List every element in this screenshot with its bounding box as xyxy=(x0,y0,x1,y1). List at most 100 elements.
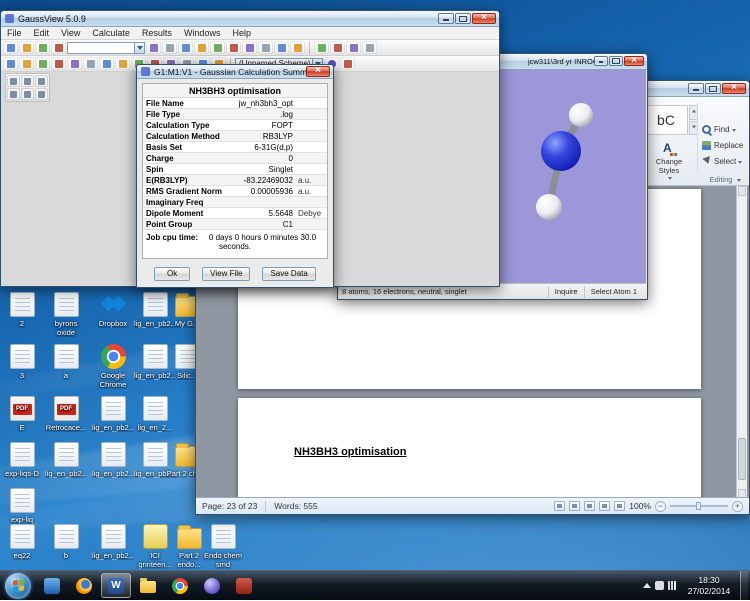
desktop-icon[interactable]: lig_en_2... xyxy=(134,396,176,432)
custom-fragment-icon[interactable] xyxy=(3,57,18,70)
desktop-icon[interactable]: 2 xyxy=(1,292,43,328)
desktop-icon[interactable]: lig_en_pb2... xyxy=(92,442,134,478)
save-data-button[interactable]: Save Data xyxy=(262,267,315,281)
modify-dihedral-icon[interactable] xyxy=(99,57,114,70)
copy-icon[interactable] xyxy=(162,41,177,54)
maximize-button[interactable] xyxy=(705,83,721,94)
builder-ring-icon[interactable] xyxy=(35,75,48,87)
taskbar-chrome-button[interactable] xyxy=(165,573,195,598)
minimize-button[interactable] xyxy=(594,56,608,66)
find-button[interactable]: Find xyxy=(702,123,736,136)
cut-icon[interactable] xyxy=(146,41,161,54)
close-button[interactable] xyxy=(624,56,644,66)
redo-icon[interactable] xyxy=(226,41,241,54)
builder-undo-icon[interactable] xyxy=(7,88,20,100)
undo-icon[interactable] xyxy=(210,41,225,54)
menu-help[interactable]: Help xyxy=(226,28,257,38)
desktop-icon[interactable]: exp-liq xyxy=(1,488,43,524)
desktop-icon[interactable]: 3 xyxy=(1,344,43,380)
network-icon[interactable] xyxy=(668,581,678,590)
dialog-titlebar[interactable]: G1:M1:V1 - Gaussian Calculation Summary xyxy=(137,65,333,79)
taskbar-media-button[interactable] xyxy=(229,573,259,598)
draft-view-button[interactable] xyxy=(614,501,625,511)
ring-fragment-icon[interactable] xyxy=(330,41,345,54)
show-desktop-button[interactable] xyxy=(740,571,748,601)
menu-windows[interactable]: Windows xyxy=(178,28,227,38)
zoom-level[interactable]: 100% xyxy=(629,501,651,511)
desktop-icon[interactable]: exp-liqs-D xyxy=(1,442,43,478)
gaussview-titlebar[interactable]: GaussView 5.0.9 xyxy=(1,11,499,27)
select-atom-status[interactable]: Select Atom 1 xyxy=(584,286,643,298)
display-format-icon[interactable] xyxy=(258,41,273,54)
desktop-icon[interactable]: Endo chem smd xyxy=(202,524,244,569)
desktop-icon[interactable]: Dropbox xyxy=(92,292,134,328)
taskbar-explorer-button[interactable] xyxy=(133,573,163,598)
maximize-button[interactable] xyxy=(455,13,471,24)
word-count[interactable]: Words: 555 xyxy=(274,501,317,511)
taskbar-firefox-button[interactable] xyxy=(69,573,99,598)
replace-button[interactable]: Replace xyxy=(702,139,743,152)
document-page[interactable]: NH3BH3 optimisation xyxy=(238,398,701,499)
builder-view-icon[interactable] xyxy=(35,88,48,100)
taskbar-app-button[interactable] xyxy=(37,573,67,598)
taskbar-word-button[interactable] xyxy=(101,573,131,598)
menu-view[interactable]: View xyxy=(55,28,86,38)
modify-bond-icon[interactable] xyxy=(67,57,82,70)
apply-scheme-icon[interactable] xyxy=(340,57,355,70)
maximize-button[interactable] xyxy=(609,56,623,66)
modify-angle-icon[interactable] xyxy=(83,57,98,70)
taskbar-gaussview-button[interactable] xyxy=(197,573,227,598)
print-layout-view-button[interactable] xyxy=(554,501,565,511)
new-file-icon[interactable] xyxy=(3,41,18,54)
clock[interactable]: 18:30 27/02/2014 xyxy=(682,575,736,596)
start-button[interactable] xyxy=(5,573,31,599)
vertical-scrollbar[interactable] xyxy=(736,186,747,499)
minimize-button[interactable] xyxy=(688,83,704,94)
inquire-icon[interactable] xyxy=(115,57,130,70)
desktop-icon[interactable]: byrons oxide xyxy=(45,292,87,337)
zoom-slider-thumb[interactable] xyxy=(696,502,701,510)
desktop-icon[interactable]: lig_en_pb2... xyxy=(92,524,134,560)
add-valence-icon[interactable] xyxy=(19,57,34,70)
select-button[interactable]: Select xyxy=(702,155,742,168)
builder-bond-icon[interactable] xyxy=(21,75,34,87)
minimize-button[interactable] xyxy=(438,13,454,24)
quick-styles-gallery[interactable]: bC xyxy=(644,105,688,135)
inquire-mode[interactable]: Inquire xyxy=(548,286,584,298)
delete-icon[interactable] xyxy=(194,41,209,54)
fullscreen-view-button[interactable] xyxy=(569,501,580,511)
change-styles-button[interactable]: Change Styles xyxy=(644,141,694,185)
scrollbar-thumb[interactable] xyxy=(738,438,746,480)
desktop-icon[interactable]: E xyxy=(1,396,43,432)
desktop-icon[interactable]: a xyxy=(45,344,87,380)
delete-atom-icon[interactable] xyxy=(35,57,50,70)
zoom-out-button[interactable]: − xyxy=(655,501,666,512)
desktop-icon[interactable]: lig_en_pb2... xyxy=(92,396,134,432)
desktop-icon[interactable]: Google Chrome xyxy=(92,344,134,389)
desktop-icon[interactable]: eq22 xyxy=(1,524,43,560)
desktop-icon[interactable]: lig_en_pb2... xyxy=(45,442,87,478)
print-icon[interactable] xyxy=(51,41,66,54)
help-icon[interactable] xyxy=(290,41,305,54)
menu-file[interactable]: File xyxy=(1,28,28,38)
labels-icon[interactable] xyxy=(274,41,289,54)
zoom-slider[interactable] xyxy=(670,505,728,507)
menu-calculate[interactable]: Calculate xyxy=(86,28,136,38)
rgroup-fragment-icon[interactable] xyxy=(346,41,361,54)
save-file-icon[interactable] xyxy=(35,41,50,54)
outline-view-button[interactable] xyxy=(599,501,610,511)
scroll-up-icon[interactable] xyxy=(738,186,746,196)
builder-atom-icon[interactable] xyxy=(7,75,20,87)
web-layout-view-button[interactable] xyxy=(584,501,595,511)
biological-fragment-icon[interactable] xyxy=(362,41,377,54)
ok-button[interactable]: Ok xyxy=(154,267,190,281)
page-indicator[interactable]: Page: 23 of 23 xyxy=(202,501,257,511)
close-button[interactable] xyxy=(472,13,496,24)
desktop-icon[interactable]: Retrocace... xyxy=(45,396,87,432)
close-button[interactable] xyxy=(722,83,746,94)
paste-icon[interactable] xyxy=(178,41,193,54)
element-fragment-icon[interactable] xyxy=(314,41,329,54)
desktop-icon[interactable]: b xyxy=(45,524,87,560)
menu-edit[interactable]: Edit xyxy=(28,28,56,38)
view-file-button[interactable]: View File xyxy=(202,267,250,281)
